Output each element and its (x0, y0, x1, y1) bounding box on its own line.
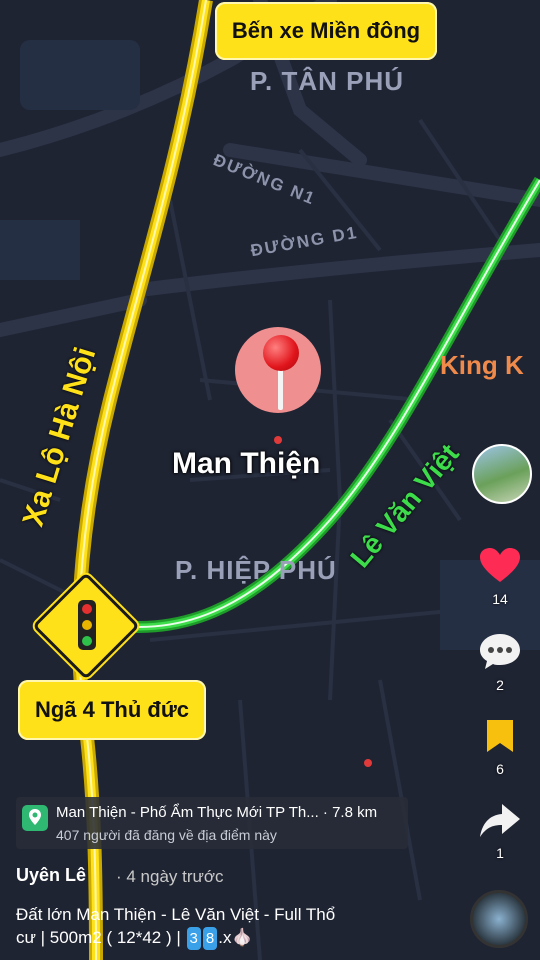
location-pin-stem (278, 368, 283, 410)
keycap-8: 8 (202, 927, 218, 950)
location-title: Man Thiện - Phố Ẩm Thực Mới TP Th... · 7… (56, 804, 378, 821)
save-count: 6 (496, 761, 504, 777)
map-pin-icon (22, 805, 48, 831)
post-time: · 4 ngày trước (116, 867, 224, 886)
area-label-tan-phu: P. TÂN PHÚ (250, 66, 404, 96)
music-disc-icon[interactable] (470, 890, 528, 948)
share-count: 1 (496, 845, 504, 861)
keycap-3: 3 (186, 927, 201, 950)
creator-avatar[interactable] (472, 444, 532, 504)
area-label-hiep-phu: P. HIỆP PHÚ (175, 555, 337, 585)
location-pin-icon (263, 335, 299, 371)
callout-nga-4-thu-duc: Ngã 4 Thủ đức (18, 680, 206, 740)
like-button[interactable]: 14 (470, 548, 530, 607)
comment-icon (480, 634, 520, 669)
caption-suffix: .x🧄 (218, 928, 253, 947)
location-subtitle: 407 người đã đăng về địa điểm này (56, 827, 277, 843)
caption-line-1: Đất lớn Man Thiện - Lê Văn Việt - Full T… (16, 905, 336, 924)
author-name[interactable]: Uyên Lê (16, 865, 86, 886)
share-icon (480, 804, 520, 837)
traffic-light-icon (78, 600, 96, 650)
location-chip[interactable]: Man Thiện - Phố Ẩm Thực Mới TP Th... · 7… (16, 797, 408, 849)
callout-ben-xe-mien-dong: Bến xe Miền đông (215, 2, 437, 60)
place-label: Man Thiện (172, 447, 321, 480)
bookmark-icon (487, 720, 513, 752)
save-button[interactable]: 6 (470, 718, 530, 777)
poi-label-king: King K (440, 350, 524, 380)
post-caption[interactable]: Đất lớn Man Thiện - Lê Văn Việt - Full T… (16, 903, 436, 950)
share-button[interactable]: 1 (470, 804, 530, 861)
heart-icon (480, 548, 520, 582)
comment-button[interactable]: 2 (470, 634, 530, 693)
like-count: 14 (492, 591, 508, 607)
location-dot (274, 436, 282, 444)
comment-count: 2 (496, 677, 504, 693)
caption-line-2: cư | 500m2 ( 12*42 ) | (16, 928, 181, 947)
